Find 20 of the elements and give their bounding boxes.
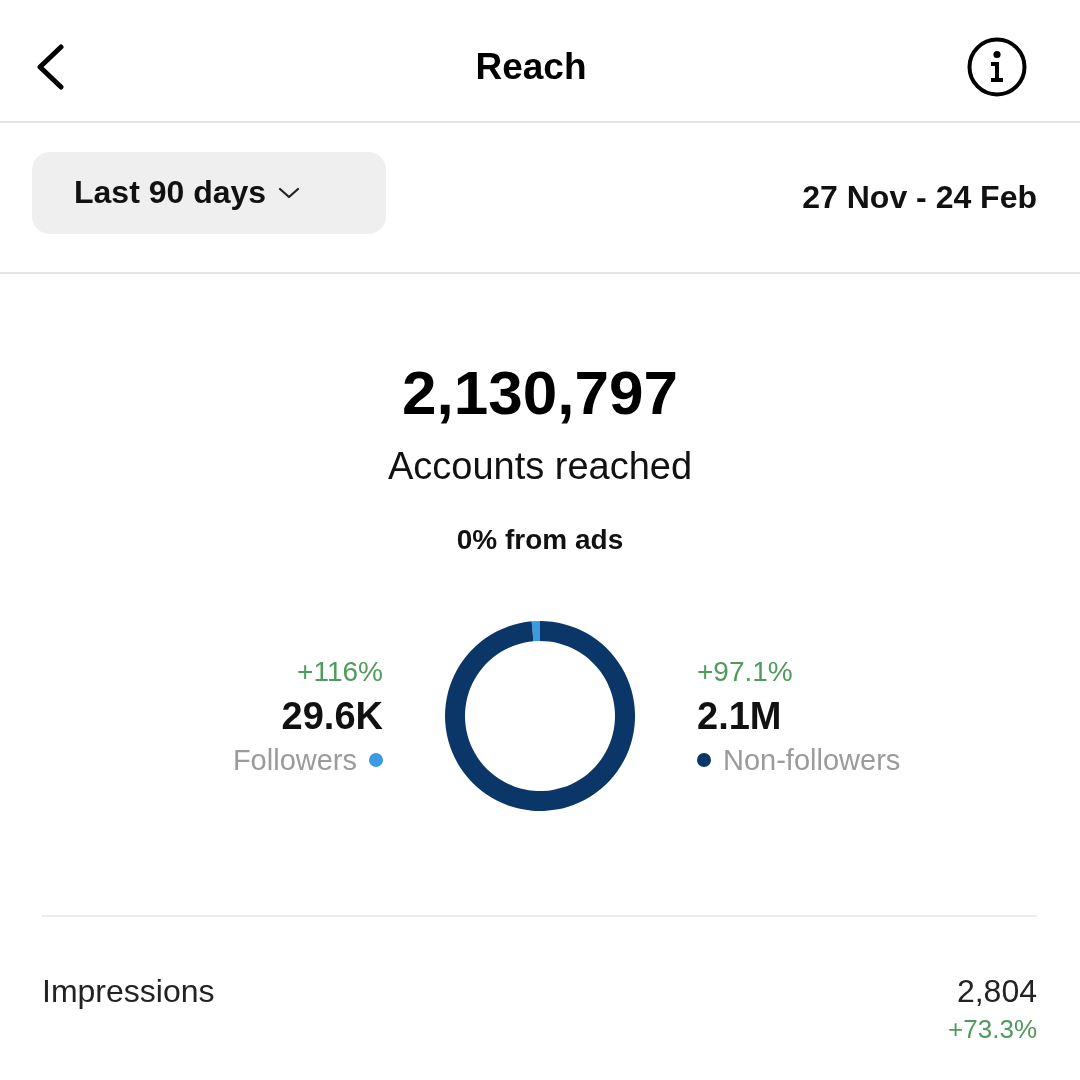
metric-label: Impressions <box>42 972 215 1011</box>
chevron-down-icon <box>278 186 301 199</box>
growth-percentage: +116% <box>297 655 383 689</box>
back-button[interactable] <box>35 43 65 90</box>
date-range-text: 27 Nov - 24 Feb <box>802 179 1037 216</box>
page-title: Reach <box>475 45 587 88</box>
legend-label: Followers <box>232 743 357 777</box>
metric-value: 2,804 <box>956 972 1037 1011</box>
metric-change: +73.3% <box>948 1013 1037 1046</box>
accounts-reached-count: 2,130,797 <box>402 357 678 429</box>
legend-label: Non-followers <box>723 743 901 777</box>
date-range-dropdown[interactable]: Last 90 days <box>32 151 386 234</box>
audience-count: 29.6K <box>281 694 383 738</box>
accounts-reached-label: Accounts reached <box>387 444 693 489</box>
info-icon <box>967 36 1027 97</box>
audience-count: 2.1M <box>697 694 782 738</box>
chevron-left-icon <box>35 43 65 90</box>
ads-share-text: 0% from ads <box>456 523 624 557</box>
growth-percentage: +97.1% <box>697 655 793 689</box>
info-button[interactable] <box>967 36 1027 97</box>
